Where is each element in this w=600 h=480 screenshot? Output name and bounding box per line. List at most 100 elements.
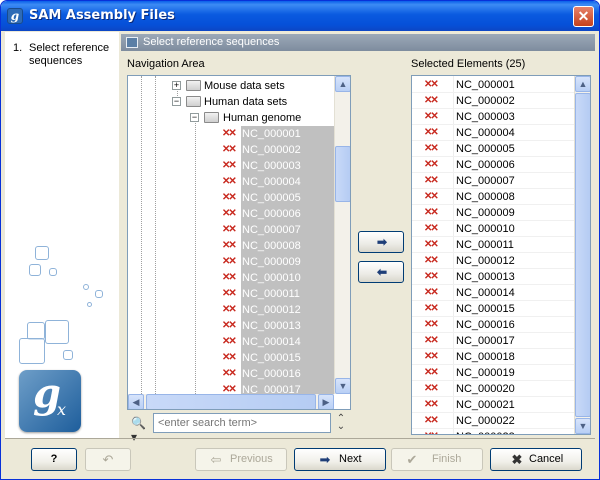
tree-sequence-item[interactable]: ✕✕ NC_000010 bbox=[128, 270, 334, 286]
selected-item-label: NC_000014 bbox=[456, 287, 515, 299]
selected-list-item[interactable]: ✕✕ NC_000015 bbox=[412, 301, 574, 317]
sequence-icon: ✕✕ bbox=[222, 128, 237, 139]
selected-list-item[interactable]: ✕✕ NC_000019 bbox=[412, 365, 574, 381]
search-input[interactable] bbox=[153, 413, 331, 433]
selected-list-item[interactable]: ✕✕ NC_000005 bbox=[412, 141, 574, 157]
tree-horizontal-scrollbar[interactable]: ◀ ▶ bbox=[128, 394, 334, 409]
tree-sequence-item[interactable]: ✕✕ NC_000002 bbox=[128, 142, 334, 158]
tree-folder-label: Mouse data sets bbox=[204, 80, 285, 92]
selected-list-item[interactable]: ✕✕ NC_000020 bbox=[412, 381, 574, 397]
selected-list-item[interactable]: ✕✕ NC_000008 bbox=[412, 189, 574, 205]
tree-folder-human-genome[interactable]: − Human genome bbox=[128, 110, 334, 126]
tree-sequence-item[interactable]: ✕✕ NC_000007 bbox=[128, 222, 334, 238]
tree-sequence-label: NC_000016 bbox=[241, 366, 334, 382]
tree-sequence-item[interactable]: ✕✕ NC_000011 bbox=[128, 286, 334, 302]
scroll-thumb[interactable] bbox=[146, 394, 316, 409]
sequence-icon: ✕✕ bbox=[222, 272, 237, 283]
selected-list-item[interactable]: ✕✕ NC_000006 bbox=[412, 157, 574, 173]
decorative-square bbox=[63, 350, 73, 360]
tree-sequence-item[interactable]: ✕✕ NC_000003 bbox=[128, 158, 334, 174]
tree-sequence-label: NC_000005 bbox=[241, 190, 334, 206]
sequence-icon: ✕✕ bbox=[222, 320, 237, 331]
app-icon: g bbox=[7, 8, 23, 24]
selected-list-item[interactable]: ✕✕ NC_000022 bbox=[412, 413, 574, 429]
title-bar[interactable]: g SAM Assembly Files ✕ bbox=[1, 1, 599, 31]
dialog-window: g SAM Assembly Files ✕ 1. Select referen… bbox=[0, 0, 600, 480]
selected-list-item[interactable]: ✕✕ NC_000013 bbox=[412, 269, 574, 285]
window-title: SAM Assembly Files bbox=[29, 8, 175, 23]
selected-list-item[interactable]: ✕✕ NC_000004 bbox=[412, 125, 574, 141]
footer-separator bbox=[5, 438, 595, 439]
sequence-icon: ✕✕ bbox=[424, 79, 439, 90]
selected-list-item[interactable]: ✕✕ NC_000023 bbox=[412, 429, 574, 434]
scroll-left-button[interactable]: ◀ bbox=[128, 394, 144, 409]
scroll-down-button[interactable]: ▼ bbox=[335, 378, 350, 394]
scroll-up-button[interactable]: ▲ bbox=[335, 76, 350, 92]
tree-sequence-item[interactable]: ✕✕ NC_000009 bbox=[128, 254, 334, 270]
check-icon: ✔ bbox=[406, 452, 418, 467]
remove-from-selected-button[interactable]: ⬅ bbox=[358, 261, 404, 283]
expand-icon[interactable]: + bbox=[172, 81, 181, 90]
scroll-right-button[interactable]: ▶ bbox=[318, 394, 334, 409]
tree-vertical-scrollbar[interactable]: ▲ ▼ bbox=[334, 76, 350, 394]
scroll-up-button[interactable]: ▲ bbox=[575, 76, 590, 92]
tree-sequence-item[interactable]: ✕✕ NC_000015 bbox=[128, 350, 334, 366]
selected-list-item[interactable]: ✕✕ NC_000018 bbox=[412, 349, 574, 365]
selected-list-item[interactable]: ✕✕ NC_000009 bbox=[412, 205, 574, 221]
next-button[interactable]: ➡ Next bbox=[294, 448, 386, 471]
search-options-icon[interactable]: ⌃ ⌄ bbox=[335, 414, 347, 432]
sequence-icon: ✕✕ bbox=[424, 175, 439, 186]
selected-list-item[interactable]: ✕✕ NC_000014 bbox=[412, 285, 574, 301]
search-icon[interactable]: 🔍▾ bbox=[131, 416, 149, 444]
tree-sequence-item[interactable]: ✕✕ NC_000016 bbox=[128, 366, 334, 382]
scroll-thumb[interactable] bbox=[575, 93, 590, 417]
navigation-tree[interactable]: + Mouse data sets − Human data sets − Hu… bbox=[127, 75, 351, 410]
selected-list-item[interactable]: ✕✕ NC_000021 bbox=[412, 397, 574, 413]
tree-sequence-item[interactable]: ✕✕ NC_000013 bbox=[128, 318, 334, 334]
selected-list-item[interactable]: ✕✕ NC_000016 bbox=[412, 317, 574, 333]
selected-list-item[interactable]: ✕✕ NC_000003 bbox=[412, 109, 574, 125]
selected-list-item[interactable]: ✕✕ NC_000010 bbox=[412, 221, 574, 237]
selected-elements-list[interactable]: ✕✕ NC_000001 ✕✕ NC_000002 ✕✕ NC_000003 ✕✕ NC_00… bbox=[411, 75, 591, 435]
folder-icon bbox=[186, 96, 201, 107]
decorative-square bbox=[45, 320, 69, 344]
decorative-square bbox=[19, 338, 45, 364]
selected-list-item[interactable]: ✕✕ NC_000001 bbox=[412, 77, 574, 93]
selected-list-item[interactable]: ✕✕ NC_000007 bbox=[412, 173, 574, 189]
selected-list-item[interactable]: ✕✕ NC_000011 bbox=[412, 237, 574, 253]
tree-folder-human[interactable]: − Human data sets bbox=[128, 94, 334, 110]
cancel-button[interactable]: ✖ Cancel bbox=[490, 448, 582, 471]
tree-sequence-item[interactable]: ✕✕ NC_000014 bbox=[128, 334, 334, 350]
tree-sequence-item[interactable]: ✕✕ NC_000004 bbox=[128, 174, 334, 190]
add-to-selected-button[interactable]: ➡ bbox=[358, 231, 404, 253]
close-button[interactable]: ✕ bbox=[573, 6, 594, 27]
scroll-down-button[interactable]: ▼ bbox=[575, 418, 590, 434]
collapse-icon[interactable]: − bbox=[190, 113, 199, 122]
collapse-icon[interactable]: − bbox=[172, 97, 181, 106]
tree-sequence-item[interactable]: ✕✕ NC_000012 bbox=[128, 302, 334, 318]
decorative-square bbox=[87, 302, 92, 307]
selected-list-item[interactable]: ✕✕ NC_000002 bbox=[412, 93, 574, 109]
tree-sequence-item[interactable]: ✕✕ NC_000001 bbox=[128, 126, 334, 142]
tree-sequence-label: NC_000012 bbox=[241, 302, 334, 318]
sequence-icon: ✕✕ bbox=[222, 368, 237, 379]
tree-sequence-item[interactable]: ✕✕ NC_000008 bbox=[128, 238, 334, 254]
finish-button[interactable]: ✔ Finish bbox=[391, 448, 483, 471]
selected-item-label: NC_000011 bbox=[456, 239, 514, 251]
sequence-icon: ✕✕ bbox=[424, 239, 439, 250]
scroll-thumb[interactable] bbox=[335, 146, 350, 202]
tree-sequence-item[interactable]: ✕✕ NC_000006 bbox=[128, 206, 334, 222]
tree-folder-mouse[interactable]: + Mouse data sets bbox=[128, 78, 334, 94]
sequence-icon: ✕✕ bbox=[424, 191, 439, 202]
help-button[interactable]: ? bbox=[31, 448, 77, 471]
selected-vertical-scrollbar[interactable]: ▲ ▼ bbox=[574, 76, 590, 434]
previous-button[interactable]: ⇦ Previous bbox=[195, 448, 287, 471]
reset-button[interactable]: ↶ bbox=[85, 448, 131, 471]
selected-list-item[interactable]: ✕✕ NC_000012 bbox=[412, 253, 574, 269]
selected-list-item[interactable]: ✕✕ NC_000017 bbox=[412, 333, 574, 349]
tree-sequence-item[interactable]: ✕✕ NC_000005 bbox=[128, 190, 334, 206]
selected-item-label: NC_000003 bbox=[456, 111, 515, 123]
sequence-icon: ✕✕ bbox=[222, 256, 237, 267]
tree-sequence-label: NC_000006 bbox=[241, 206, 334, 222]
decorative-square bbox=[83, 284, 89, 290]
